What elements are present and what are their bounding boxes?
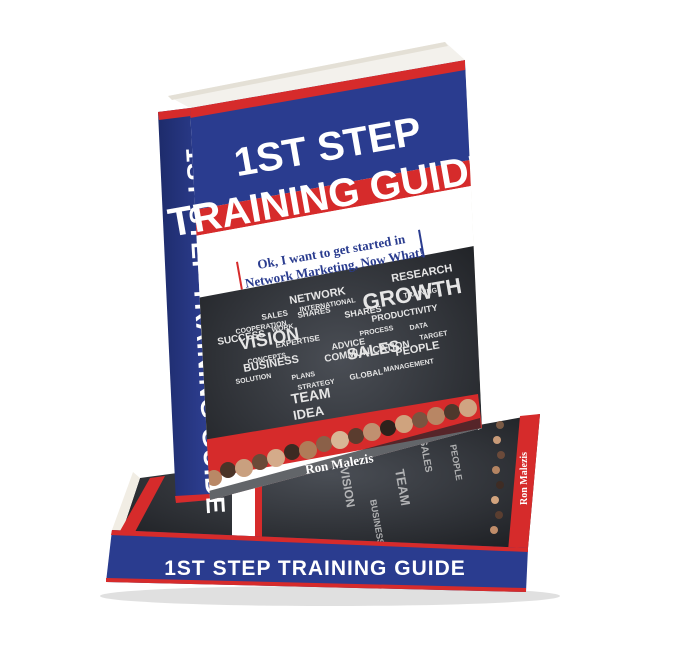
bottom-book-author: Ron Malezis: [519, 452, 530, 505]
bottom-book-spine-title: 1ST STEP TRAINING GUIDE: [164, 557, 466, 580]
book-stack-scene: Ron Malezis VISION TEAM SALES BUSINESS P…: [100, 42, 560, 606]
